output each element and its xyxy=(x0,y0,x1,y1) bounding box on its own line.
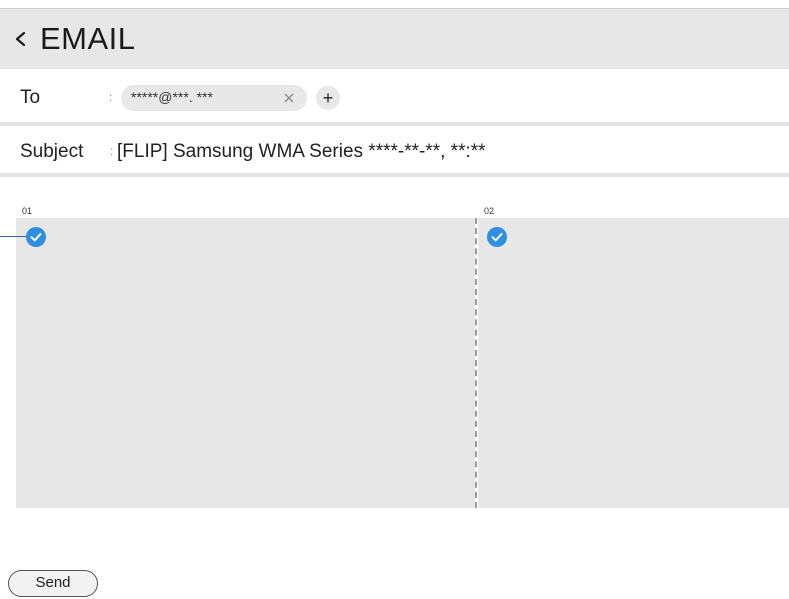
to-label: To xyxy=(20,87,41,108)
page-number-1: 01 xyxy=(22,206,33,216)
page-thumbnail-2[interactable] xyxy=(478,218,789,508)
subject-value: [FLIP] Samsung WMA Series ****-**-**, **… xyxy=(117,141,486,162)
page-thumbnail-1[interactable] xyxy=(16,218,475,508)
subject-label: Subject xyxy=(20,141,84,162)
pointer-line xyxy=(0,236,27,237)
page-number-2: 02 xyxy=(484,206,495,216)
send-button[interactable]: Send xyxy=(8,570,98,597)
plus-icon: + xyxy=(322,88,334,108)
chevron-left-icon[interactable] xyxy=(9,22,33,56)
check-circle-icon[interactable] xyxy=(487,227,507,247)
subject-separator: : xyxy=(110,144,114,158)
to-separator: : xyxy=(109,90,113,104)
page-title: EMAIL xyxy=(40,21,136,56)
recipient-chip[interactable]: *****@***. *** xyxy=(121,85,307,111)
check-circle-icon[interactable] xyxy=(26,227,46,247)
close-icon[interactable] xyxy=(283,92,295,104)
recipient-address: *****@***. *** xyxy=(131,89,213,105)
app-header: EMAIL xyxy=(0,8,789,70)
add-recipient-button[interactable]: + xyxy=(316,86,340,110)
to-row: To : *****@***. *** + xyxy=(0,69,789,124)
divider xyxy=(0,173,789,177)
divider xyxy=(0,122,789,126)
page-divider xyxy=(475,218,477,508)
